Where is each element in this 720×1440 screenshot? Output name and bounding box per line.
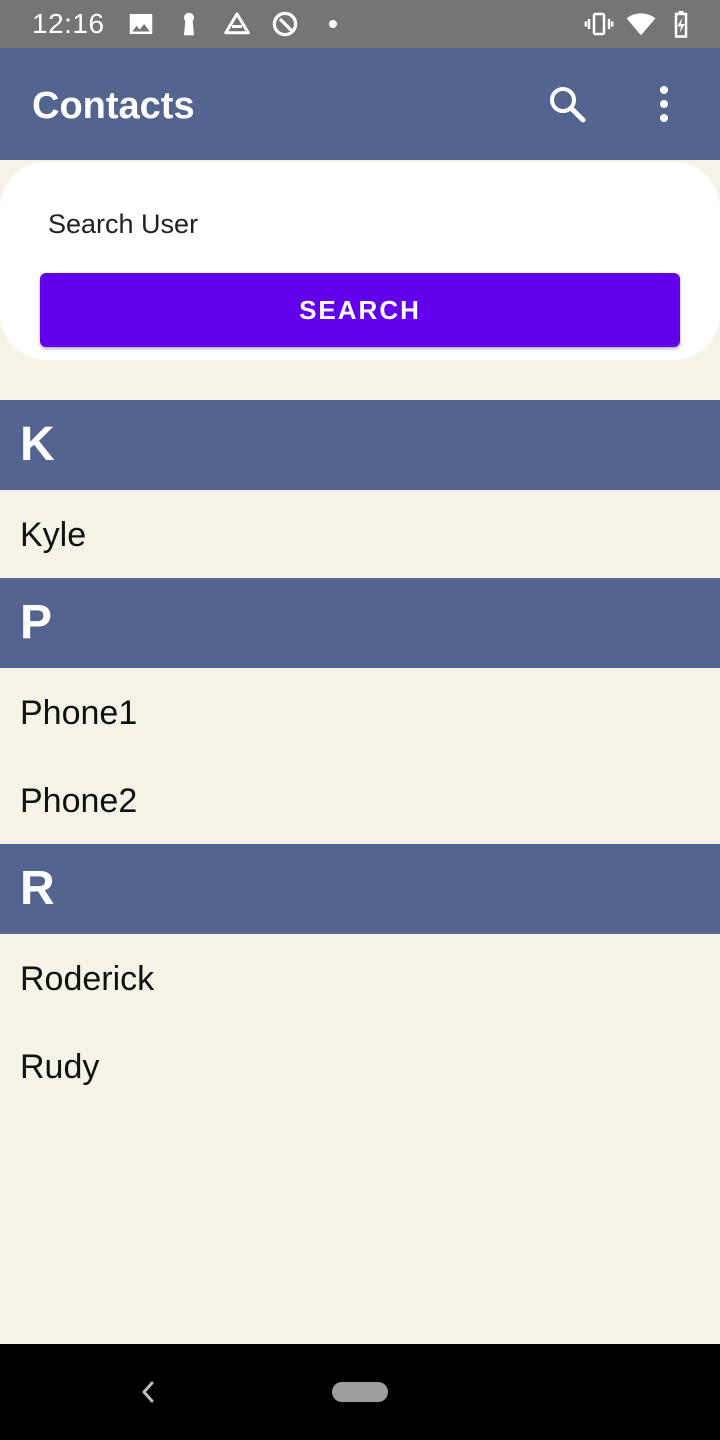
status-bar: 12:16 <box>0 0 720 48</box>
search-icon[interactable] <box>543 80 591 128</box>
contact-item-rudy[interactable]: Rudy <box>0 1022 720 1110</box>
search-button[interactable]: SEARCH <box>40 273 680 347</box>
home-pill[interactable] <box>332 1382 388 1402</box>
section-header-k: K <box>0 400 720 490</box>
contact-item-phone1[interactable]: Phone1 <box>0 668 720 756</box>
battery-charging-icon <box>666 9 696 39</box>
search-input[interactable] <box>48 206 668 242</box>
contact-list: K Kyle P Phone1 Phone2 R Roderick Rudy <box>0 400 720 1110</box>
back-icon[interactable] <box>136 1378 160 1406</box>
wifi-icon <box>626 9 656 39</box>
search-card: SEARCH <box>0 162 720 360</box>
contact-item-kyle[interactable]: Kyle <box>0 490 720 578</box>
keyhole-icon <box>174 9 204 39</box>
page-title: Contacts <box>32 85 195 127</box>
overflow-menu-icon[interactable] <box>640 80 688 128</box>
image-icon <box>126 9 156 39</box>
status-time: 12:16 <box>32 8 105 39</box>
app-bar: Contacts <box>0 48 720 160</box>
data-saver-icon <box>270 9 300 39</box>
contact-item-roderick[interactable]: Roderick <box>0 934 720 1022</box>
section-header-r: R <box>0 844 720 934</box>
navigation-bar <box>0 1344 720 1440</box>
section-header-p: P <box>0 578 720 668</box>
dot-icon <box>318 9 348 39</box>
contact-item-phone2[interactable]: Phone2 <box>0 756 720 844</box>
vibrate-icon <box>584 9 614 39</box>
drive-icon <box>222 9 252 39</box>
